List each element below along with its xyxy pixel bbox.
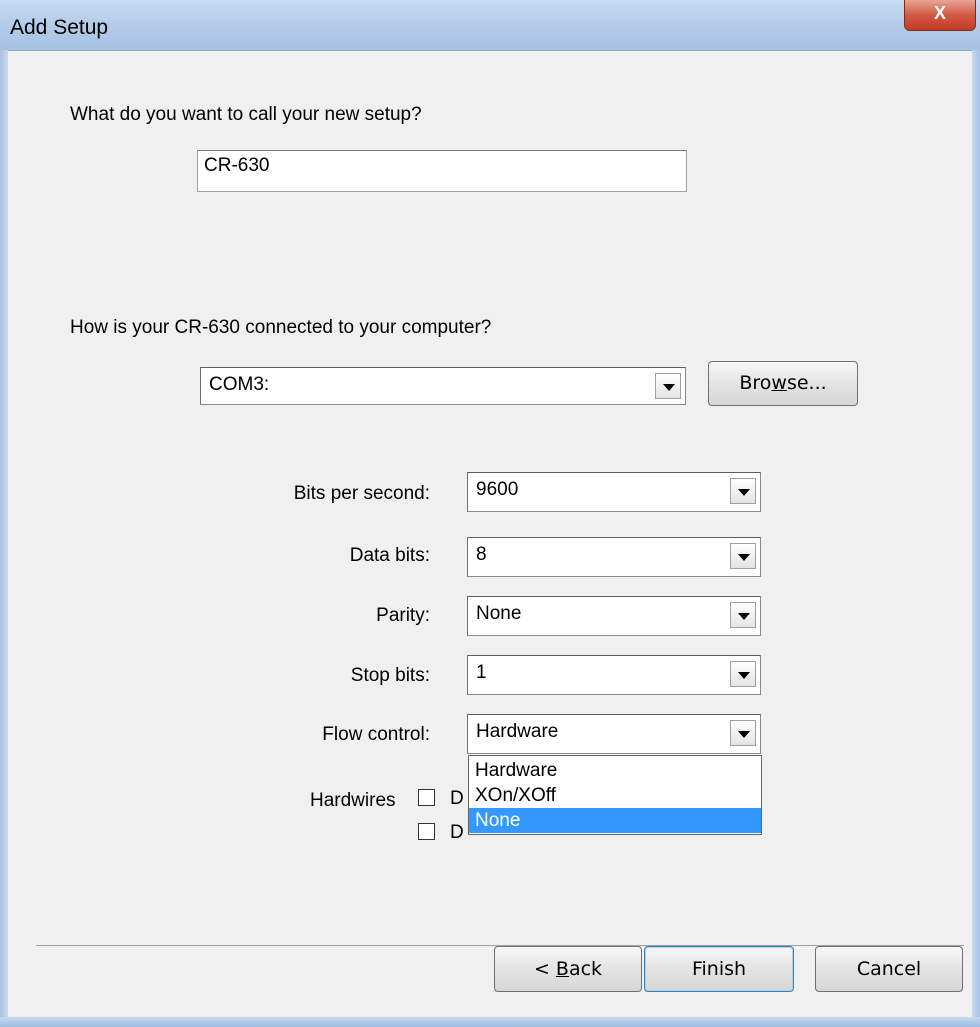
- hardwires-label: Hardwires: [310, 790, 396, 811]
- bits-per-second-label: Bits per second:: [293, 483, 430, 504]
- bits-per-second-select[interactable]: 9600: [467, 472, 761, 512]
- chevron-down-icon[interactable]: [730, 478, 756, 504]
- hardwires-checkbox-2[interactable]: [418, 823, 435, 840]
- setup-name-input[interactable]: CR-630: [197, 150, 687, 192]
- dropdown-option-none[interactable]: None: [469, 808, 761, 833]
- data-bits-select[interactable]: 8: [467, 537, 761, 577]
- connection-prompt: How is your CR-630 connected to your com…: [70, 317, 492, 338]
- stop-bits-value: 1: [476, 662, 487, 683]
- chevron-down-icon[interactable]: [655, 373, 681, 399]
- hardwires-checkbox-1-label: D: [450, 788, 464, 809]
- window-frame-right: [972, 50, 980, 1018]
- close-icon: X: [933, 3, 946, 23]
- finish-button[interactable]: Finish: [644, 946, 794, 992]
- cancel-button[interactable]: Cancel: [815, 946, 963, 992]
- close-button[interactable]: X: [904, 0, 976, 31]
- window-title: Add Setup: [10, 16, 109, 39]
- flow-control-dropdown-list: Hardware XOn/XOff None: [468, 755, 762, 835]
- setup-name-prompt: What do you want to call your new setup?: [70, 104, 422, 125]
- dropdown-option-hardware[interactable]: Hardware: [469, 758, 761, 783]
- parity-label: Parity:: [376, 605, 430, 626]
- parity-select[interactable]: None: [467, 596, 761, 636]
- chevron-down-icon[interactable]: [730, 602, 756, 628]
- port-select[interactable]: COM3:: [200, 367, 686, 405]
- setup-name-value: CR-630: [204, 155, 270, 176]
- parity-value: None: [476, 603, 522, 624]
- window-frame-left: [0, 50, 8, 1018]
- add-setup-dialog: Add Setup X What do you want to call you…: [0, 0, 980, 1027]
- data-bits-value: 8: [476, 544, 487, 565]
- title-bar[interactable]: Add Setup X: [0, 0, 980, 51]
- chevron-down-icon[interactable]: [730, 720, 756, 746]
- bits-per-second-value: 9600: [476, 479, 519, 500]
- chevron-down-icon[interactable]: [730, 661, 756, 687]
- hardwires-checkbox-1[interactable]: [418, 789, 435, 806]
- data-bits-label: Data bits:: [349, 545, 430, 566]
- back-button[interactable]: < Back: [494, 946, 642, 992]
- stop-bits-label: Stop bits:: [350, 665, 430, 686]
- chevron-down-icon[interactable]: [730, 543, 756, 569]
- browse-button[interactable]: Browse...: [708, 361, 858, 406]
- flow-control-label: Flow control:: [322, 724, 430, 745]
- flow-control-select[interactable]: Hardware: [467, 714, 761, 754]
- port-select-value: COM3:: [209, 374, 270, 395]
- window-frame-bottom: [0, 1017, 980, 1027]
- hardwires-checkbox-2-label: D: [450, 822, 464, 843]
- stop-bits-select[interactable]: 1: [467, 655, 761, 695]
- dropdown-option-xon-xoff[interactable]: XOn/XOff: [469, 783, 761, 808]
- flow-control-value: Hardware: [476, 721, 559, 742]
